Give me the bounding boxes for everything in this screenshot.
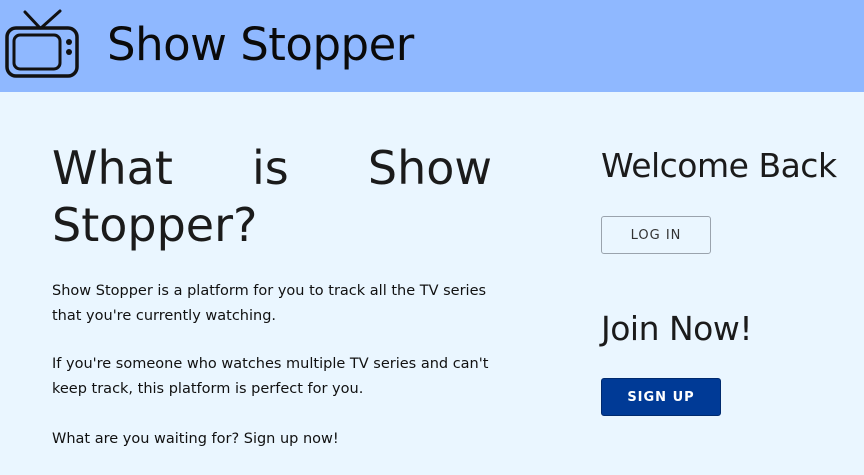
intro-paragraph: What are you waiting for? Sign up now! bbox=[52, 431, 339, 447]
intro-paragraph: If you're someone who watches multiple T… bbox=[52, 356, 489, 397]
welcome-heading: Welcome Back bbox=[601, 146, 837, 185]
join-heading: Join Now! bbox=[601, 309, 753, 348]
app-title: Show Stopper bbox=[107, 18, 414, 71]
login-button[interactable]: LOG IN bbox=[601, 216, 711, 254]
intro-paragraph: Show Stopper is a platform for you to tr… bbox=[52, 283, 487, 324]
site-header: Show Stopper bbox=[0, 0, 864, 92]
signup-button[interactable]: SIGN UP bbox=[601, 378, 721, 416]
intro-heading: What is Show Stopper? bbox=[52, 141, 492, 252]
tv-icon bbox=[5, 9, 79, 78]
